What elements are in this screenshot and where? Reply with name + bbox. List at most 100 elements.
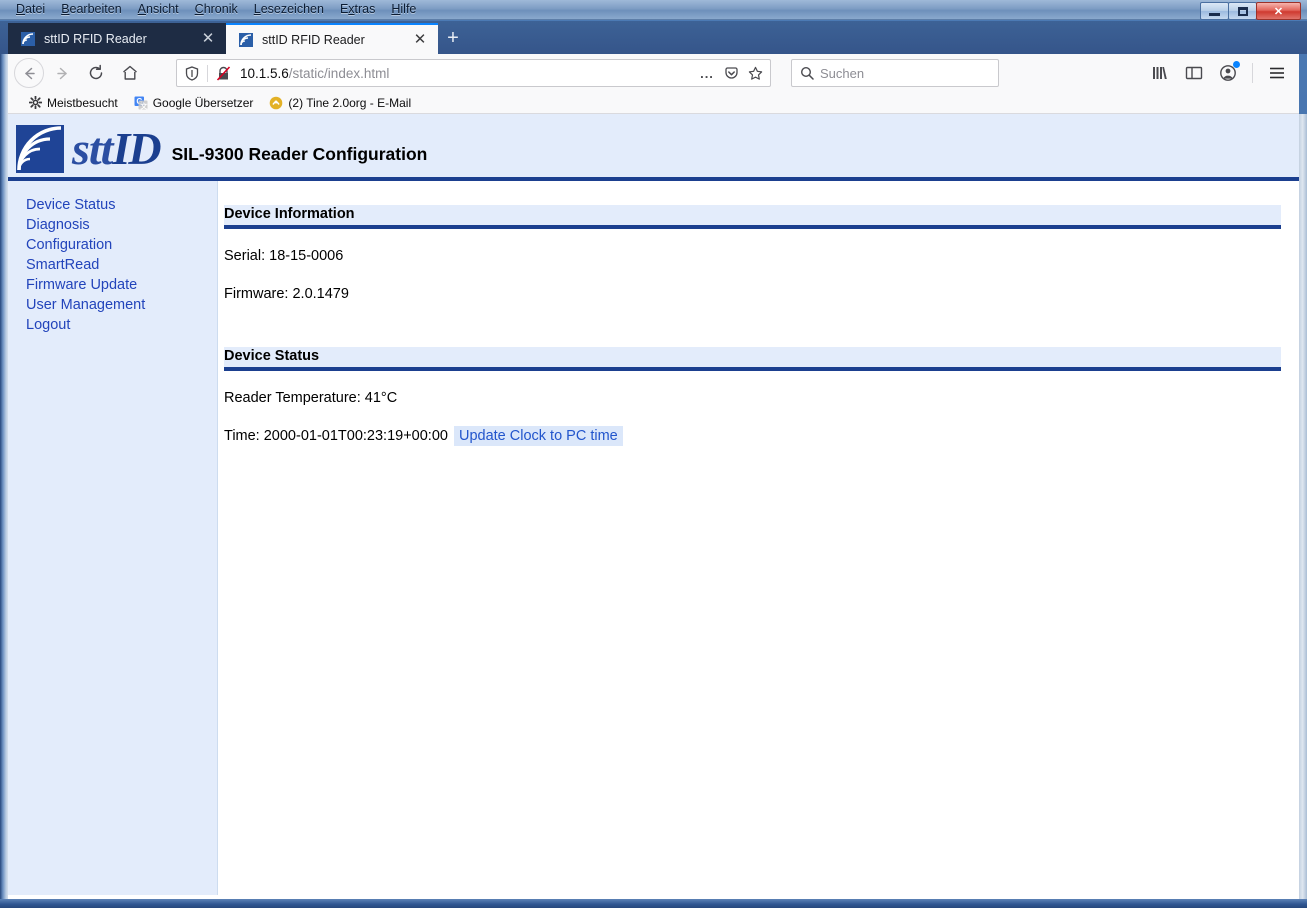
menu-datei-label: atei xyxy=(25,2,46,16)
back-arrow-icon xyxy=(24,67,35,79)
menu-lesezeichen[interactable]: Lesezeichen xyxy=(246,0,332,19)
sidebar-item-device-status[interactable]: Device Status xyxy=(26,195,217,215)
tab-strip: sttID RFID Reader ✕ sttID RFID Reader ✕ … xyxy=(0,21,1307,54)
menu-bearbeiten[interactable]: Bearbeiten xyxy=(53,0,129,19)
account-button[interactable] xyxy=(1212,58,1244,88)
sttid-wave-icon xyxy=(239,32,253,47)
page-title: SIL-9300 Reader Configuration xyxy=(171,144,428,164)
bookmarks-bar: Meistbesucht G 文 Google Übersetzer (2) T… xyxy=(8,92,1299,114)
bookmark-tine-email[interactable]: (2) Tine 2.0org - E-Mail xyxy=(262,93,418,113)
section-heading-device-information: Device Information xyxy=(224,205,1281,229)
sidebar-item-user-management[interactable]: User Management xyxy=(26,295,217,315)
main-panel: Device Information Serial: 18-15-0006 Fi… xyxy=(218,181,1299,895)
toolbar-separator xyxy=(1252,63,1253,83)
insecure-connection-icon[interactable] xyxy=(212,62,234,84)
menu-ansicht[interactable]: Ansicht xyxy=(130,0,187,19)
tab-title: sttID RFID Reader xyxy=(44,31,147,46)
minimize-button[interactable] xyxy=(1200,2,1229,20)
account-notification-badge xyxy=(1233,61,1240,68)
site-logo[interactable]: sttID xyxy=(8,123,162,177)
menu-extras-label: tras xyxy=(354,2,376,16)
field-firmware: Firmware: 2.0.1479 xyxy=(224,286,349,302)
update-clock-to-pc-time-link[interactable]: Update Clock to PC time xyxy=(453,426,623,446)
sidebar-item-diagnosis[interactable]: Diagnosis xyxy=(26,215,217,235)
menu-bearbeiten-label: earbeiten xyxy=(69,2,122,16)
star-icon[interactable] xyxy=(744,62,766,84)
hamburger-menu-icon xyxy=(1270,67,1284,79)
field-time-value: Time: 2000-01-01T00:23:19+00:00 xyxy=(224,428,448,444)
window-bottom-border xyxy=(0,899,1307,908)
menu-hilfe[interactable]: Hilfe xyxy=(383,0,424,19)
new-tab-button[interactable]: + xyxy=(438,23,468,54)
maximize-button[interactable] xyxy=(1228,2,1257,20)
window-scrollbar-strip[interactable] xyxy=(1299,114,1307,899)
menu-chronik[interactable]: Chronik xyxy=(187,0,246,19)
sidebar-item-firmware-update[interactable]: Firmware Update xyxy=(26,275,217,295)
tab-title: sttID RFID Reader xyxy=(262,32,365,47)
close-button[interactable]: ✕ xyxy=(1256,2,1301,20)
sidebar-icon xyxy=(1185,66,1203,80)
maximize-icon xyxy=(1237,6,1248,16)
home-button[interactable] xyxy=(114,58,146,88)
tab-close-icon[interactable]: ✕ xyxy=(200,31,216,46)
browser-window: Datei Bearbeiten Ansicht Chronik Lesezei… xyxy=(0,0,1307,908)
url-separator xyxy=(207,64,208,82)
sidebar-button[interactable] xyxy=(1178,58,1210,88)
google-translate-icon: G 文 xyxy=(134,96,148,110)
menu-lesezeichen-label: esezeichen xyxy=(260,2,324,16)
tab-sttid-rfid-reader-1[interactable]: sttID RFID Reader ✕ xyxy=(8,23,226,54)
sidebar-item-logout[interactable]: Logout xyxy=(26,315,217,335)
svg-text:文: 文 xyxy=(140,101,148,110)
menu-hilfe-label: ilfe xyxy=(400,2,417,16)
bookmark-label: Meistbesucht xyxy=(47,95,118,110)
reload-button[interactable] xyxy=(80,58,112,88)
close-icon: ✕ xyxy=(1273,5,1284,18)
tab-close-icon[interactable]: ✕ xyxy=(412,32,428,47)
navigation-toolbar: 10.1.5.6/static/index.html ... Suchen xyxy=(8,54,1299,92)
shield-icon[interactable] xyxy=(181,62,203,84)
page-actions-button[interactable]: ... xyxy=(696,62,718,84)
sidebar-item-configuration[interactable]: Configuration xyxy=(26,235,217,255)
sidebar-nav: Device Status Diagnosis Configuration Sm… xyxy=(8,181,218,895)
back-button[interactable] xyxy=(14,58,44,88)
url-host: 10.1.5.6 xyxy=(240,65,289,81)
library-icon xyxy=(1153,67,1167,79)
brand-stt: stt xyxy=(72,123,113,174)
search-icon xyxy=(800,66,814,80)
tine-icon xyxy=(270,96,283,109)
library-button[interactable] xyxy=(1144,58,1176,88)
pocket-icon[interactable] xyxy=(720,62,742,84)
hamburger-menu-button[interactable] xyxy=(1261,58,1293,88)
sttid-wave-icon xyxy=(21,31,35,46)
menu-ansicht-label: nsicht xyxy=(146,2,179,16)
site-header: sttID SIL-9300 Reader Configuration xyxy=(8,114,1299,181)
bookmark-google-uebersetzer[interactable]: G 文 Google Übersetzer xyxy=(127,93,261,113)
window-controls: ✕ xyxy=(1200,1,1301,21)
search-placeholder: Suchen xyxy=(820,65,865,81)
toolbar-right-actions xyxy=(1144,58,1293,88)
url-bar[interactable]: 10.1.5.6/static/index.html ... xyxy=(176,59,771,87)
sidebar-item-smartread[interactable]: SmartRead xyxy=(26,255,217,275)
reload-icon xyxy=(89,64,103,80)
menu-datei[interactable]: Datei xyxy=(8,0,53,19)
forward-button[interactable] xyxy=(46,58,78,88)
home-icon xyxy=(123,65,137,80)
menu-chronik-label: hronik xyxy=(203,2,238,16)
bookmark-label: Google Übersetzer xyxy=(152,95,254,110)
url-text: 10.1.5.6/static/index.html xyxy=(236,66,694,81)
window-left-border xyxy=(0,54,8,899)
section-heading-device-status: Device Status xyxy=(224,347,1281,371)
bookmark-meistbesucht[interactable]: Meistbesucht xyxy=(22,93,125,113)
menu-bar: Datei Bearbeiten Ansicht Chronik Lesezei… xyxy=(0,0,1307,20)
page-body: Device Status Diagnosis Configuration Sm… xyxy=(8,181,1299,895)
menu-extras[interactable]: Extras xyxy=(332,0,383,19)
url-path: /static/index.html xyxy=(288,65,390,81)
search-input[interactable]: Suchen xyxy=(791,59,999,87)
bookmark-label: (2) Tine 2.0org - E-Mail xyxy=(288,95,412,110)
minimize-icon xyxy=(1209,12,1220,16)
tab-sttid-rfid-reader-2[interactable]: sttID RFID Reader ✕ xyxy=(226,23,438,54)
field-reader-temperature: Reader Temperature: 41°C xyxy=(224,390,398,406)
gear-icon xyxy=(29,96,42,109)
rfid-wave-logo xyxy=(16,125,64,173)
